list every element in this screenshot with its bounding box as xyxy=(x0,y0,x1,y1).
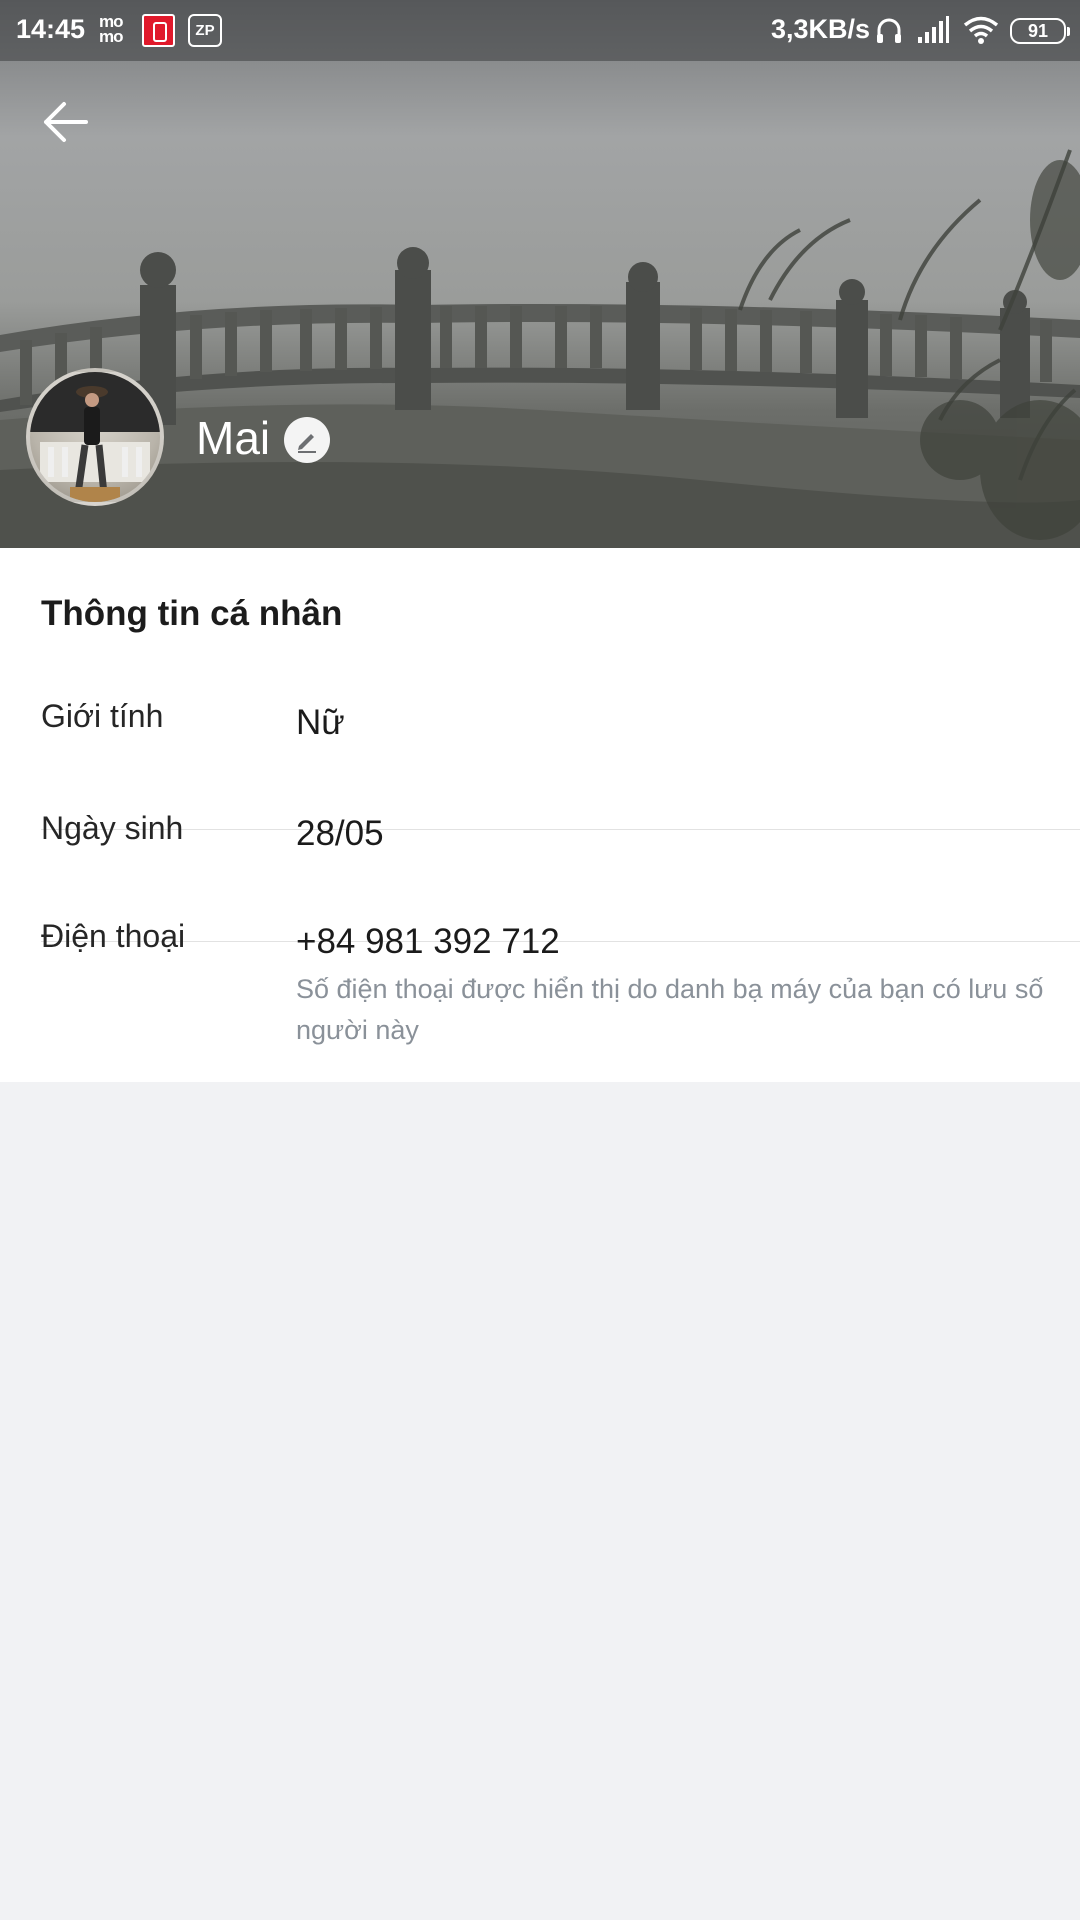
cover-photo: 14:45 mo mo ZP 3,3KB/s 91 Mai xyxy=(0,0,1080,548)
phone-row: Điện thoại +84 981 392 712 Số điện thoại… xyxy=(41,918,1080,1082)
personal-info-card: Thông tin cá nhân Giới tính Nữ Ngày sinh… xyxy=(0,548,1080,1082)
pencil-icon xyxy=(298,434,316,453)
section-title: Thông tin cá nhân xyxy=(41,594,343,633)
edit-name-button[interactable] xyxy=(284,417,330,463)
phone-note: Số điện thoại được hiển thị do danh bạ m… xyxy=(296,974,1044,1045)
status-time: 14:45 xyxy=(16,14,86,44)
phone-label: Điện thoại xyxy=(41,918,186,954)
phone-value[interactable]: +84 981 392 712 xyxy=(296,922,560,962)
birthday-label: Ngày sinh xyxy=(41,810,184,846)
headphones-icon xyxy=(877,18,901,43)
phone-app-icon xyxy=(142,14,175,47)
network-speed: 3,3KB/s xyxy=(770,14,870,44)
battery-indicator: 91 xyxy=(1010,18,1070,44)
momo-app-icon: mo mo xyxy=(99,12,123,46)
back-button[interactable] xyxy=(40,100,100,148)
profile-name: Mai xyxy=(196,412,271,464)
gender-row: Giới tính Nữ xyxy=(41,698,1080,830)
zalopay-app-icon: ZP xyxy=(188,14,222,47)
avatar-image xyxy=(30,372,160,502)
status-bar: 14:45 mo mo ZP 3,3KB/s 91 xyxy=(0,0,1080,61)
profile-screen: 14:45 mo mo ZP 3,3KB/s 91 Mai Thông tin … xyxy=(0,0,1080,1920)
gender-value: Nữ xyxy=(296,703,345,742)
birthday-row: Ngày sinh 28/05 xyxy=(41,810,1080,942)
signal-icon xyxy=(918,16,949,43)
cover-image xyxy=(0,0,1080,548)
wifi-icon xyxy=(963,16,999,44)
arrow-left-icon xyxy=(44,102,88,142)
gender-label: Giới tính xyxy=(41,698,164,734)
avatar[interactable] xyxy=(26,368,164,506)
birthday-value: 28/05 xyxy=(296,814,384,853)
